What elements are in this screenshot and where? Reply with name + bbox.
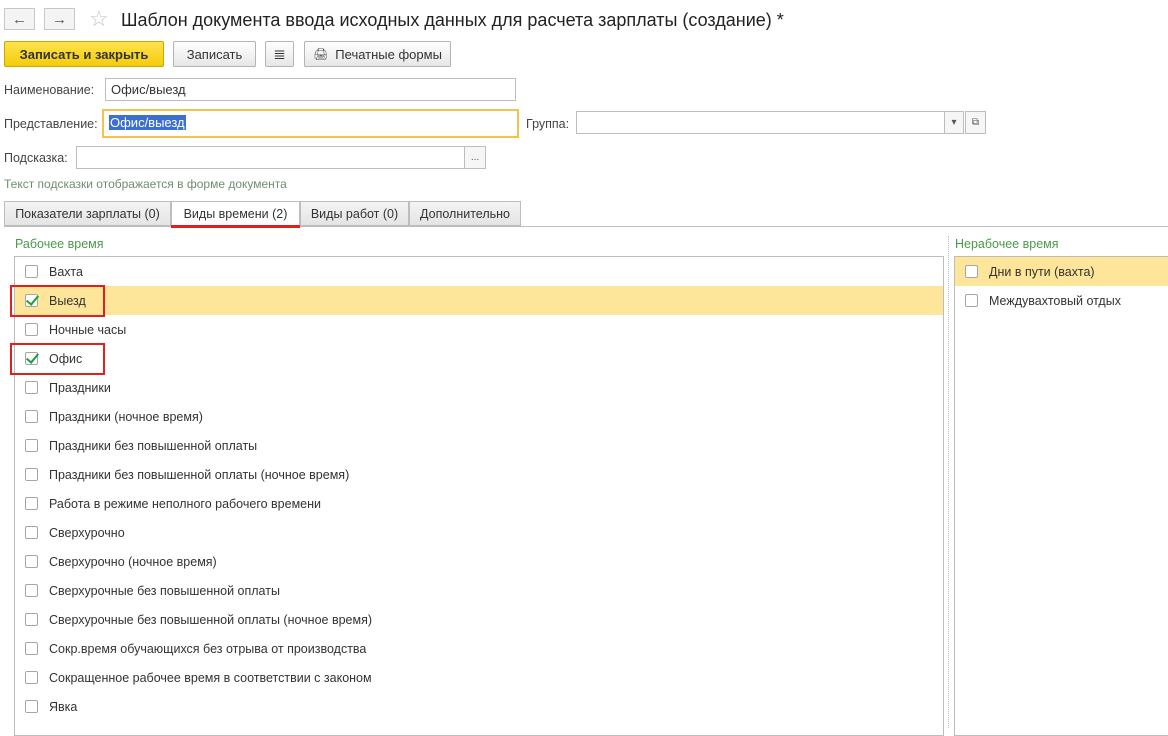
save-button[interactable]: Записать [173, 41, 256, 67]
chevron-down-icon: ▾ [951, 117, 957, 128]
group-label: Группа: [526, 117, 570, 131]
list-item-label: Сокращенное рабочее время в соответствии… [49, 670, 372, 685]
working-time-list[interactable]: Вахта Выезд Ночные часы Офис Праздники Праздн… [14, 256, 944, 736]
tab-additional[interactable]: Дополнительно [409, 201, 521, 226]
tab-salary-indicators[interactable]: Показатели зарплаты (0) [4, 201, 171, 226]
checkbox[interactable] [25, 265, 38, 278]
checkbox[interactable] [25, 381, 38, 394]
tab-time-types[interactable]: Виды времени (2) [171, 201, 300, 227]
list-item-label: Явка [49, 699, 78, 714]
annotation-box-ofis [10, 343, 105, 375]
checkbox[interactable] [25, 323, 38, 336]
list-item-label: Работа в режиме неполного рабочего време… [49, 496, 322, 511]
list-item[interactable]: Сверхурочные без повышенной оплаты [15, 576, 943, 605]
checkbox[interactable] [25, 410, 38, 423]
list-item[interactable]: Выезд [15, 286, 943, 315]
list-item-label: Сверхурочно (ночное время) [49, 554, 217, 569]
list-item[interactable]: Вахта [15, 257, 943, 286]
group-field[interactable] [576, 111, 945, 134]
list-item-label: Сверхурочно [49, 525, 125, 540]
checkbox[interactable] [25, 468, 38, 481]
save-and-close-button[interactable]: Записать и закрыть [4, 41, 164, 67]
list-item-label: Праздники (ночное время) [49, 409, 203, 424]
nonworking-time-header: Нерабочее время [955, 237, 1059, 251]
list-item-label: Праздники [49, 380, 111, 395]
checkbox[interactable] [25, 642, 38, 655]
representation-label: Представление: [4, 117, 98, 131]
checkbox[interactable] [25, 555, 38, 568]
print-forms-button[interactable]: 🖨 Печатные формы [304, 41, 451, 67]
list-item[interactable]: Сверхурочные без повышенной оплаты (ночн… [15, 605, 943, 634]
star-icon[interactable]: ☆ [89, 7, 109, 31]
hint-label: Подсказка: [4, 151, 68, 165]
checkbox[interactable] [25, 671, 38, 684]
list-button[interactable]: ≣ [265, 41, 294, 67]
tab-annotation-underline [171, 225, 300, 228]
window-title: Шаблон документа ввода исходных данных д… [121, 10, 784, 30]
annotation-box-vyezd [10, 285, 105, 317]
list-item[interactable]: Праздники без повышенной оплаты [15, 431, 943, 460]
name-field[interactable]: Офис/выезд [105, 78, 516, 101]
checkbox[interactable] [25, 439, 38, 452]
name-label: Наименование: [4, 83, 95, 97]
list-item[interactable]: Сверхурочно (ночное время) [15, 547, 943, 576]
list-item[interactable]: Праздники [15, 373, 943, 402]
list-item-label: Вахта [49, 264, 83, 279]
printer-icon: 🖨 [313, 47, 329, 61]
checkbox[interactable] [965, 265, 978, 278]
list-item-label: Сверхурочные без повышенной оплаты [49, 583, 280, 598]
list-item[interactable]: Дни в пути (вахта) [955, 257, 1168, 286]
list-item[interactable]: Офис [15, 344, 943, 373]
working-time-header: Рабочее время [15, 237, 104, 251]
checkbox[interactable] [965, 294, 978, 307]
hint-description: Текст подсказки отображается в форме док… [4, 177, 287, 191]
checkbox[interactable] [25, 613, 38, 626]
list-item[interactable]: Сокращенное рабочее время в соответствии… [15, 663, 943, 692]
list-item[interactable]: Междувахтовый отдых [955, 286, 1168, 315]
representation-value: Офис/выезд [109, 115, 186, 130]
hint-select-button[interactable]: ... [464, 146, 486, 169]
list-item-label: Дни в пути (вахта) [989, 264, 1095, 279]
list-item-label: Сокр.время обучающихся без отрыва от про… [49, 641, 367, 656]
forward-button[interactable]: → [44, 8, 75, 30]
list-item-label: Праздники без повышенной оплаты [49, 438, 258, 453]
tab-work-types[interactable]: Виды работ (0) [300, 201, 409, 226]
list-item[interactable]: Сокр.время обучающихся без отрыва от про… [15, 634, 943, 663]
list-icon: ≣ [273, 46, 286, 63]
back-button[interactable]: ← [4, 8, 35, 30]
arrow-left-icon: ← [12, 10, 27, 28]
list-item-label: Междувахтовый отдых [989, 293, 1121, 308]
arrow-right-icon: → [52, 10, 67, 28]
list-item-label: Праздники без повышенной оплаты (ночное … [49, 467, 350, 482]
checkbox[interactable] [25, 526, 38, 539]
group-open-button[interactable]: ⧉ [965, 111, 986, 134]
nonworking-time-list[interactable]: Дни в пути (вахта) Междувахтовый отдых [954, 256, 1168, 736]
list-item[interactable]: Ночные часы [15, 315, 943, 344]
list-item[interactable]: Сверхурочно [15, 518, 943, 547]
list-item[interactable]: Работа в режиме неполного рабочего време… [15, 489, 943, 518]
list-item[interactable]: Праздники без повышенной оплаты (ночное … [15, 460, 943, 489]
checkbox[interactable] [25, 497, 38, 510]
list-item-label: Ночные часы [49, 322, 127, 337]
open-window-icon: ⧉ [971, 117, 980, 128]
checkbox[interactable] [25, 584, 38, 597]
list-item[interactable]: Явка [15, 692, 943, 721]
representation-field[interactable]: Офис/выезд [102, 109, 519, 138]
print-forms-label: Печатные формы [335, 46, 442, 62]
list-item[interactable]: Праздники (ночное время) [15, 402, 943, 431]
group-divider [948, 236, 950, 728]
group-dropdown-button[interactable]: ▾ [944, 111, 964, 134]
hint-field[interactable] [76, 146, 465, 169]
list-item-label: Сверхурочные без повышенной оплаты (ночн… [49, 612, 373, 627]
checkbox[interactable] [25, 700, 38, 713]
